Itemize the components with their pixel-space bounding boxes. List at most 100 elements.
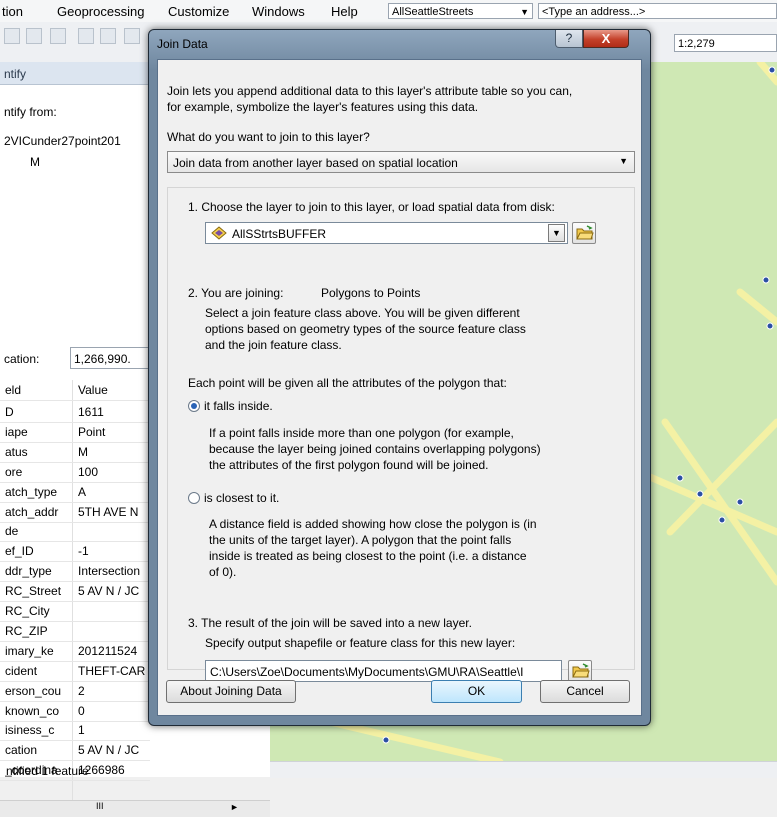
scroll-grip-icon: III [96,801,104,811]
table-row[interactable]: ddr_type Intersection [0,561,150,583]
field-cell: isiness_c [5,723,55,738]
step3-subtext: Specify output shapefile or feature clas… [205,636,516,650]
value-cell: 0 [78,703,85,718]
address-input[interactable]: <Type an address...> [538,3,777,19]
step2-desc-1: Select a join feature class above. You w… [205,306,520,320]
dialog-body: Join lets you append additional data to … [157,59,642,716]
open-folder-button[interactable] [572,222,596,244]
table-row[interactable]: cation 5 AV N / JC [0,740,150,762]
horizontal-scrollbar[interactable]: III ► [0,800,270,817]
header-value: Value [78,383,108,397]
table-row[interactable]: isiness_c 1 [0,720,150,742]
address-placeholder: <Type an address...> [542,6,646,18]
option2-desc-2: the units of the target layer). A polygo… [209,533,512,547]
option-falls-inside-label[interactable]: it falls inside. [204,399,273,413]
table-row[interactable]: de [0,521,150,543]
field-cell: erson_cou [5,683,62,698]
menu-windows[interactable]: Windows [252,4,305,19]
table-row[interactable]: iape Point [0,422,150,443]
location-label: cation: [4,352,40,366]
chevron-down-icon: ▼ [619,156,628,166]
tool-button[interactable] [124,28,140,44]
table-row[interactable]: D 1611 [0,402,150,423]
field-cell: ore [5,464,23,479]
field-cell: ef_ID [5,544,34,559]
chevron-down-icon: ▼ [520,7,529,17]
value-cell: 5TH AVE N [78,504,139,519]
table-row[interactable]: erson_cou 2 [0,681,150,702]
value-cell: 100 [78,464,99,479]
field-cell: known_co [5,703,60,718]
value-cell: 201211524 [78,643,138,658]
tool-button[interactable] [78,28,94,44]
step2-label: 2. You are joining: [188,286,284,300]
tool-button[interactable] [50,28,66,44]
field-cell: cation [5,743,38,758]
menu-customize[interactable]: Customize [168,4,229,19]
help-button[interactable]: ? [555,30,583,48]
about-joining-data-button[interactable]: About Joining Data [166,680,296,703]
table-row[interactable]: cident THEFT-CAR [0,661,150,682]
table-row[interactable]: RC_City [0,601,150,622]
join-type-select[interactable]: Join data from another layer based on sp… [167,151,635,173]
tool-button[interactable] [100,28,116,44]
field-cell: de [5,524,19,539]
table-row[interactable]: RC_Street 5 AV N / JC [0,581,150,603]
field-cell: RC_Street [5,584,62,599]
table-row[interactable]: ore 100 [0,462,150,483]
ok-button[interactable]: OK [431,680,522,703]
dialog-title: Join Data [157,37,208,51]
intro-line-1: Join lets you append additional data to … [167,84,573,98]
table-row[interactable]: atch_type A [0,482,150,503]
tool-button[interactable] [4,28,20,44]
location-value: 1,266,990. [70,347,150,369]
menu-geoprocessing[interactable]: Geoprocessing [57,4,144,19]
table-row[interactable]: atus M [0,442,150,463]
tree-child[interactable]: M [30,155,40,169]
field-cell: iape [5,424,28,439]
intro-line-2: for example, symbolize the layer's featu… [167,100,479,114]
scale-combo[interactable]: 1:2,279 [674,34,777,52]
tool-button[interactable] [26,28,42,44]
field-cell: imary_ke [5,643,54,658]
header-field: eld [5,383,22,397]
join-question: What do you want to join to this layer? [167,130,370,144]
table-row[interactable]: known_co 0 [0,701,150,722]
scroll-right-icon[interactable]: ► [230,802,239,812]
value-cell: 1 [78,723,85,738]
option-closest-label[interactable]: is closest to it. [204,491,279,505]
field-cell: ddr_type [5,564,52,579]
menu-selection[interactable]: tion [2,4,23,19]
value-cell: 5 AV N / JC [78,743,140,758]
layer-select-value: AllSeattleStreets [392,6,474,18]
join-layer-combo[interactable]: AllSStrtsBUFFER ▼ [205,222,568,244]
value-cell: 5 AV N / JC [78,584,140,599]
step2-desc-2: options based on geometry types of the s… [205,322,526,336]
table-row[interactable]: ef_ID -1 [0,541,150,563]
close-button[interactable]: X [583,30,629,48]
value-cell: 1611 [78,405,104,419]
menu-help[interactable]: Help [331,4,358,19]
table-row[interactable]: imary_ke 201211524 [0,641,150,662]
join-type-value: Join data from another layer based on sp… [173,156,458,170]
field-cell: RC_ZIP [5,623,48,638]
table-row[interactable]: atch_addr 5TH AVE N [0,502,150,523]
cancel-button[interactable]: Cancel [540,680,630,703]
option1-desc-1: If a point falls inside more than one po… [209,426,514,440]
option2-desc-4: of 0). [209,565,237,579]
map-status-bar [270,761,777,778]
radio-closest[interactable] [188,492,200,504]
join-layer-value: AllSStrtsBUFFER [232,227,327,241]
layer-select-combo[interactable]: AllSeattleStreets ▼ [388,3,533,19]
step2-value: Polygons to Points [321,286,421,300]
browse-output-button[interactable] [568,660,592,682]
table-header-row[interactable]: eld Value [0,380,150,401]
option2-desc-1: A distance field is added showing how cl… [209,517,537,531]
scale-value: 1:2,279 [678,38,715,50]
radio-falls-inside[interactable] [188,400,200,412]
field-cell: D [5,405,14,419]
chevron-down-icon[interactable]: ▼ [548,224,565,242]
tree-root[interactable]: 2VICunder27point201 [4,134,121,148]
output-path-input[interactable]: C:\Users\Zoe\Documents\MyDocuments\GMU\R… [205,660,562,682]
table-row[interactable]: RC_ZIP [0,621,150,642]
